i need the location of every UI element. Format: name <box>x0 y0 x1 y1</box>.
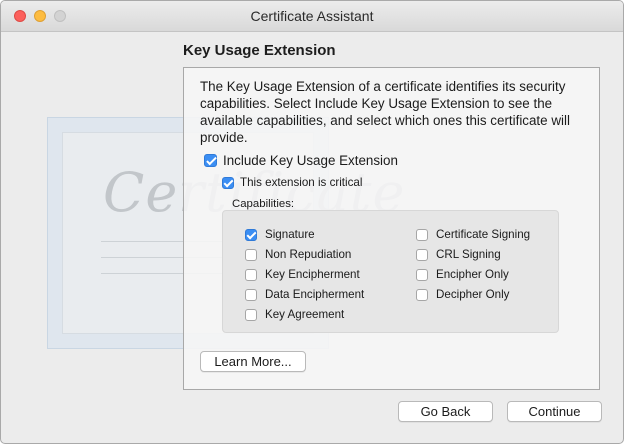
capability-non-repudiation-checkbox[interactable]: Non Repudiation <box>245 248 351 261</box>
extension-critical-checkbox-box[interactable] <box>222 176 234 189</box>
extension-critical-checkbox[interactable]: This extension is critical <box>222 176 362 189</box>
window-title: Certificate Assistant <box>250 8 374 24</box>
capability-signature-checkbox[interactable]: Signature <box>245 228 315 241</box>
capability-decipher-only-checkbox[interactable]: Decipher Only <box>416 288 509 301</box>
capability-label: Key Encipherment <box>265 268 360 281</box>
extension-critical-label: This extension is critical <box>240 176 363 189</box>
capability-encipher-only-checkbox[interactable]: Encipher Only <box>416 268 509 281</box>
go-back-button[interactable]: Go Back <box>398 401 493 422</box>
checkbox[interactable] <box>416 248 428 261</box>
capability-certificate-signing-checkbox[interactable]: Certificate Signing <box>416 228 530 241</box>
continue-button[interactable]: Continue <box>507 401 602 422</box>
capability-key-encipherment-checkbox[interactable]: Key Encipherment <box>245 268 360 281</box>
capability-label: Signature <box>265 228 315 241</box>
capability-key-agreement-checkbox[interactable]: Key Agreement <box>245 308 344 321</box>
capability-crl-signing-checkbox[interactable]: CRL Signing <box>416 248 501 261</box>
include-key-usage-checkbox[interactable]: Include Key Usage Extension <box>204 153 398 168</box>
capabilities-box: Signature Non Repudiation Key Encipherme… <box>222 210 559 333</box>
capability-label: Data Encipherment <box>265 288 365 301</box>
capability-label: Certificate Signing <box>436 228 531 241</box>
checkbox[interactable] <box>245 268 257 281</box>
checkbox[interactable] <box>416 288 428 301</box>
checkbox[interactable] <box>245 228 257 241</box>
include-key-usage-label: Include Key Usage Extension <box>223 153 398 168</box>
capability-label: CRL Signing <box>436 248 501 261</box>
description-text: The Key Usage Extension of a certificate… <box>200 79 570 145</box>
capability-label: Non Repudiation <box>265 248 352 261</box>
checkbox[interactable] <box>245 288 257 301</box>
learn-more-button[interactable]: Learn More... <box>200 351 306 372</box>
checkbox[interactable] <box>416 228 428 241</box>
title-bar: Certificate Assistant <box>1 1 623 32</box>
capability-label: Encipher Only <box>436 268 509 281</box>
certificate-assistant-window: Certificate Assistant Certificate Key Us… <box>0 0 624 444</box>
capability-data-encipherment-checkbox[interactable]: Data Encipherment <box>245 288 364 301</box>
include-key-usage-checkbox-box[interactable] <box>204 154 217 167</box>
capability-label: Key Agreement <box>265 308 345 321</box>
capabilities-title: Capabilities: <box>232 198 295 210</box>
checkbox[interactable] <box>416 268 428 281</box>
checkbox[interactable] <box>245 308 257 321</box>
checkbox[interactable] <box>245 248 257 261</box>
key-usage-panel: The Key Usage Extension of a certificate… <box>183 67 600 390</box>
capability-label: Decipher Only <box>436 288 510 301</box>
page-heading: Key Usage Extension <box>183 42 336 59</box>
